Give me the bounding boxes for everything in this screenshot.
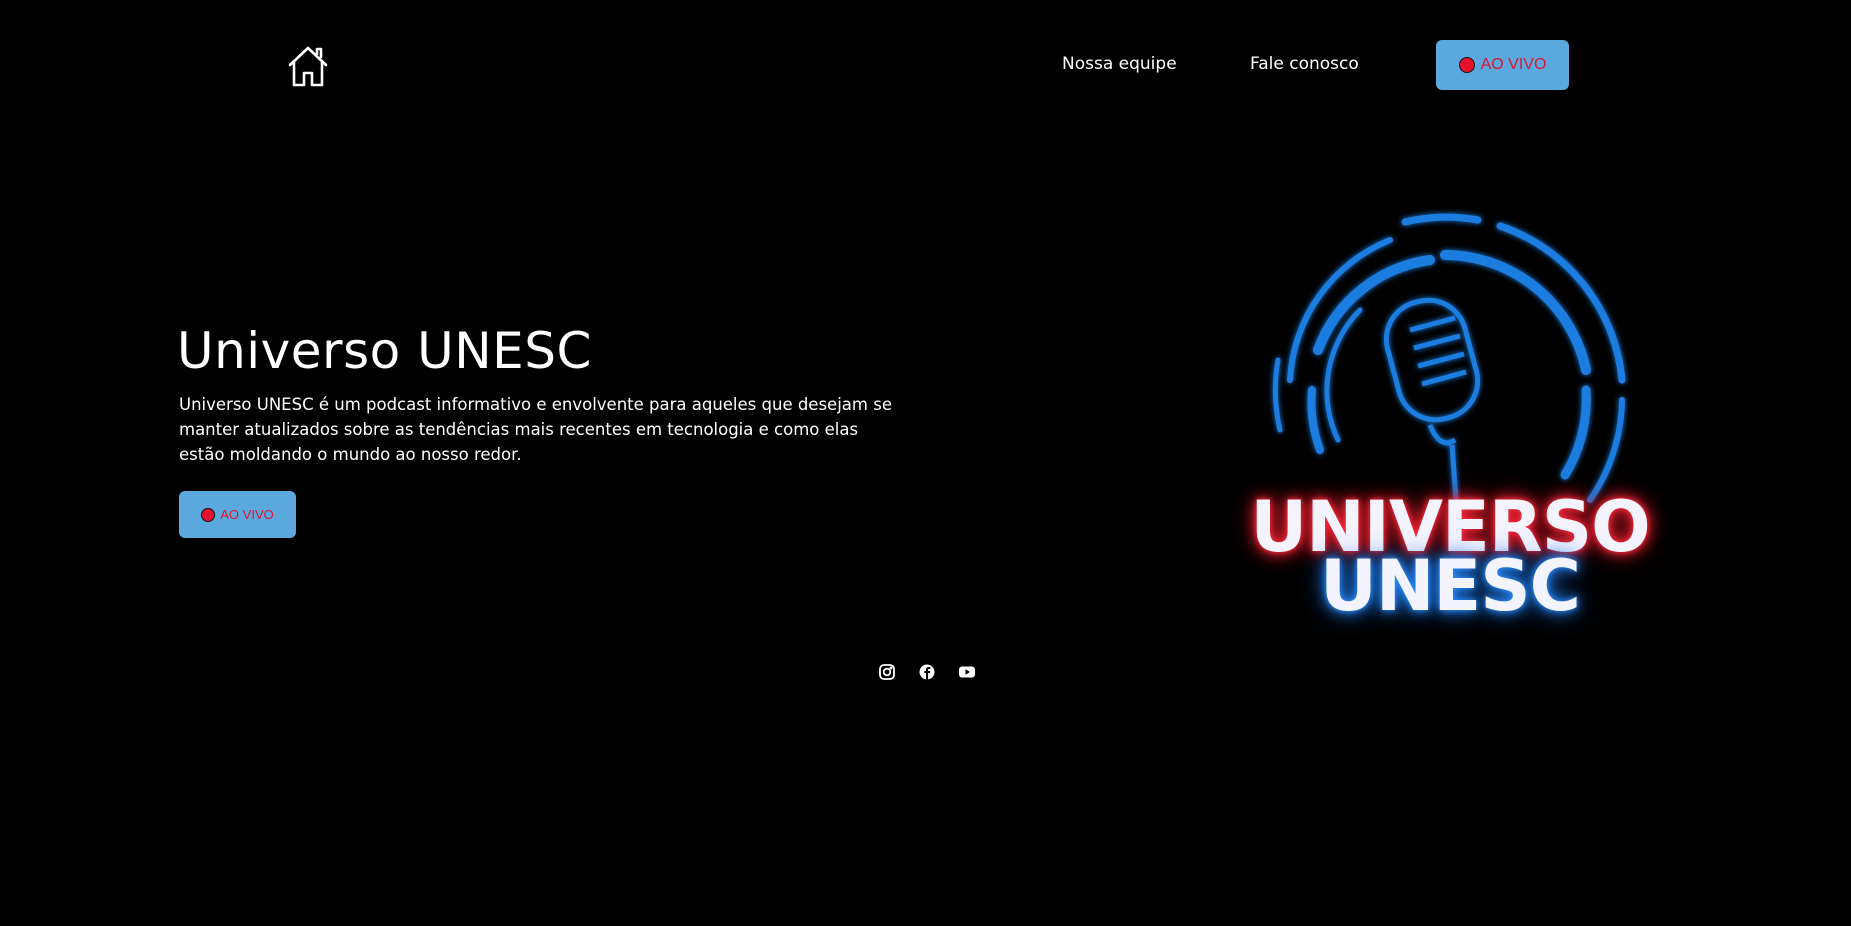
nav-link-nossa-equipe[interactable]: Nossa equipe (1062, 54, 1177, 74)
nav-link-fale-conosco[interactable]: Fale conosco (1250, 54, 1359, 74)
hero-title: Universo UNESC (177, 322, 592, 380)
header-live-button[interactable]: AO VIVO (1436, 40, 1569, 90)
hero-live-label: AO VIVO (220, 507, 274, 522)
home-link[interactable] (284, 42, 332, 90)
logo-text-unesc: UNESC (1319, 545, 1581, 627)
facebook-icon (919, 664, 935, 680)
instagram-link[interactable] (876, 661, 898, 683)
red-dot-icon (201, 507, 216, 522)
youtube-icon (959, 666, 975, 678)
header-live-label: AO VIVO (1480, 56, 1547, 73)
microphone-icon (1383, 297, 1481, 501)
red-dot-icon (1458, 57, 1475, 73)
instagram-icon (879, 664, 895, 680)
facebook-link[interactable] (916, 661, 938, 683)
home-icon (288, 46, 328, 87)
youtube-link[interactable] (956, 661, 978, 683)
hero-description: Universo UNESC é um podcast informativo … (179, 395, 892, 464)
page: Nossa equipe Fale conosco AO VIVO Univer… (0, 0, 1851, 926)
hero-live-button[interactable]: AO VIVO (179, 491, 296, 538)
